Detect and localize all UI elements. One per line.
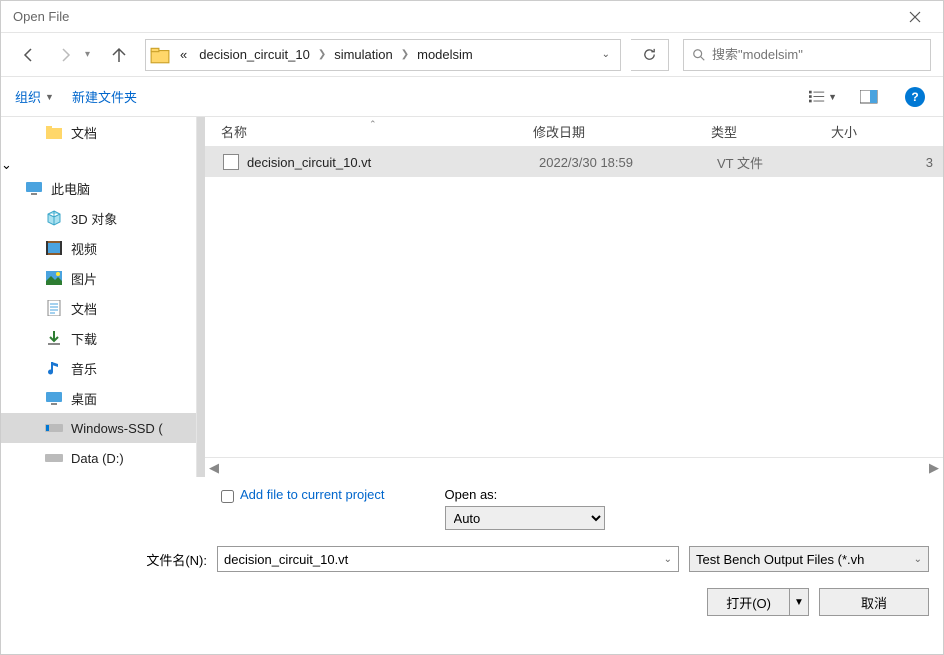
column-type[interactable]: 类型 <box>711 122 831 141</box>
crumb-2[interactable]: modelsim <box>411 40 479 70</box>
open-dropdown-button[interactable]: ▼ <box>789 588 809 616</box>
preview-pane-icon <box>860 90 878 104</box>
chevron-right-icon: ❯ <box>399 49 411 60</box>
file-area: ⌃名称 修改日期 类型 大小 decision_circuit_10.vt 20… <box>205 117 943 477</box>
titlebar: Open File <box>1 1 943 33</box>
breadcrumb-dropdown[interactable]: ⌄ <box>596 49 616 60</box>
sidebar-item-documents2[interactable]: 文档 <box>1 293 196 323</box>
dialog-buttons: 打开(O) ▼ 取消 <box>1 580 943 630</box>
cancel-button[interactable]: 取消 <box>819 588 929 616</box>
refresh-button[interactable] <box>631 39 669 71</box>
download-icon <box>45 329 63 347</box>
sidebar-item-thispc[interactable]: 此电脑 <box>1 173 196 203</box>
picture-icon <box>45 269 63 287</box>
checkbox-label: Add file to current project <box>240 487 385 502</box>
video-icon <box>45 239 63 257</box>
help-icon: ? <box>905 87 925 107</box>
file-size: 3 <box>837 155 943 170</box>
refresh-icon <box>642 47 657 62</box>
file-name: decision_circuit_10.vt <box>247 155 539 170</box>
toolbar: 组织 ▼ 新建文件夹 ▼ ? <box>1 77 943 117</box>
file-icon <box>223 154 239 170</box>
open-button[interactable]: 打开(O) <box>707 588 789 616</box>
arrow-left-icon <box>21 47 37 63</box>
sidebar-item-data-d[interactable]: Data (D:) <box>1 443 196 473</box>
column-name[interactable]: ⌃名称 <box>205 122 533 141</box>
filename-value: decision_circuit_10.vt <box>224 552 348 567</box>
file-list[interactable]: decision_circuit_10.vt 2022/3/30 18:59 V… <box>205 147 943 457</box>
scroll-right-icon[interactable]: ▶ <box>929 460 939 476</box>
checkbox-input[interactable] <box>221 490 234 503</box>
search-input[interactable] <box>712 47 922 62</box>
crumb-prefix[interactable]: « <box>174 40 193 70</box>
sidebar: 文档 ⌄ 此电脑 3D 对象 视频 图片 文档 下载 音乐 桌面 Windows… <box>1 117 197 477</box>
history-dropdown[interactable]: ▾ <box>85 49 99 60</box>
file-date: 2022/3/30 18:59 <box>539 155 717 170</box>
sidebar-item-documents[interactable]: 文档 <box>1 117 196 147</box>
filename-row: 文件名(N): decision_circuit_10.vt ⌄ Test Be… <box>1 538 943 580</box>
horizontal-scrollbar[interactable]: ◀ ▶ <box>205 457 943 477</box>
chevron-down-icon[interactable]: ⌄ <box>664 554 672 565</box>
file-row[interactable]: decision_circuit_10.vt 2022/3/30 18:59 V… <box>205 147 943 177</box>
folder-icon <box>45 123 63 141</box>
open-as-select[interactable]: Auto <box>445 506 605 530</box>
filename-label: 文件名(N): <box>131 550 207 569</box>
filename-combobox[interactable]: decision_circuit_10.vt ⌄ <box>217 546 679 572</box>
sidebar-item-windows-ssd[interactable]: Windows-SSD ( <box>1 413 196 443</box>
column-date[interactable]: 修改日期 <box>533 122 711 141</box>
drive-icon <box>45 449 63 467</box>
new-folder-button[interactable]: 新建文件夹 <box>72 87 137 106</box>
up-button[interactable] <box>103 39 135 71</box>
options-area: Add file to current project Open as: Aut… <box>1 477 943 538</box>
sort-indicator-icon: ⌃ <box>369 119 377 130</box>
sidebar-item-videos[interactable]: 视频 <box>1 233 196 263</box>
close-icon <box>909 11 921 23</box>
file-type: VT 文件 <box>717 153 837 172</box>
nav-bar: ▾ « decision_circuit_10 ❯ simulation ❯ m… <box>1 33 943 77</box>
open-as-group: Open as: Auto <box>445 487 605 530</box>
sidebar-item-desktop[interactable]: 桌面 <box>1 383 196 413</box>
sidebar-resizer[interactable] <box>197 117 205 477</box>
chevron-down-icon[interactable]: ⌄ <box>1 157 12 172</box>
arrow-up-icon <box>111 47 127 63</box>
list-view-icon <box>809 90 825 104</box>
desktop-icon <box>45 389 63 407</box>
search-box[interactable] <box>683 39 931 71</box>
forward-button[interactable] <box>49 39 81 71</box>
drive-icon <box>45 419 63 437</box>
sidebar-item-3d[interactable]: 3D 对象 <box>1 203 196 233</box>
help-button[interactable]: ? <box>901 83 929 111</box>
add-to-project-checkbox[interactable]: Add file to current project <box>221 487 385 530</box>
music-icon <box>45 359 63 377</box>
close-button[interactable] <box>895 3 935 31</box>
preview-pane-button[interactable] <box>855 83 883 111</box>
crumb-0[interactable]: decision_circuit_10 <box>193 40 316 70</box>
scroll-left-icon[interactable]: ◀ <box>209 460 219 476</box>
window-title: Open File <box>9 9 895 24</box>
chevron-right-icon: ❯ <box>316 49 328 60</box>
filetype-filter[interactable]: Test Bench Output Files (*.vh ⌄ <box>689 546 929 572</box>
filetype-value: Test Bench Output Files (*.vh <box>696 552 864 567</box>
sidebar-item-downloads[interactable]: 下载 <box>1 323 196 353</box>
document-icon <box>45 299 63 317</box>
sidebar-item-pictures[interactable]: 图片 <box>1 263 196 293</box>
chevron-down-icon[interactable]: ⌄ <box>914 554 922 565</box>
back-button[interactable] <box>13 39 45 71</box>
breadcrumb[interactable]: « decision_circuit_10 ❯ simulation ❯ mod… <box>145 39 621 71</box>
file-column-headers: ⌃名称 修改日期 类型 大小 <box>205 117 943 147</box>
cube-icon <box>45 209 63 227</box>
search-icon <box>692 48 706 62</box>
crumb-1[interactable]: simulation <box>328 40 399 70</box>
column-size[interactable]: 大小 <box>831 122 943 141</box>
view-options-button[interactable]: ▼ <box>809 83 837 111</box>
sidebar-item-music[interactable]: 音乐 <box>1 353 196 383</box>
computer-icon <box>25 179 43 197</box>
arrow-right-icon <box>57 47 73 63</box>
folder-icon <box>150 45 170 65</box>
organize-menu[interactable]: 组织 ▼ <box>15 87 54 106</box>
open-as-label: Open as: <box>445 487 605 502</box>
